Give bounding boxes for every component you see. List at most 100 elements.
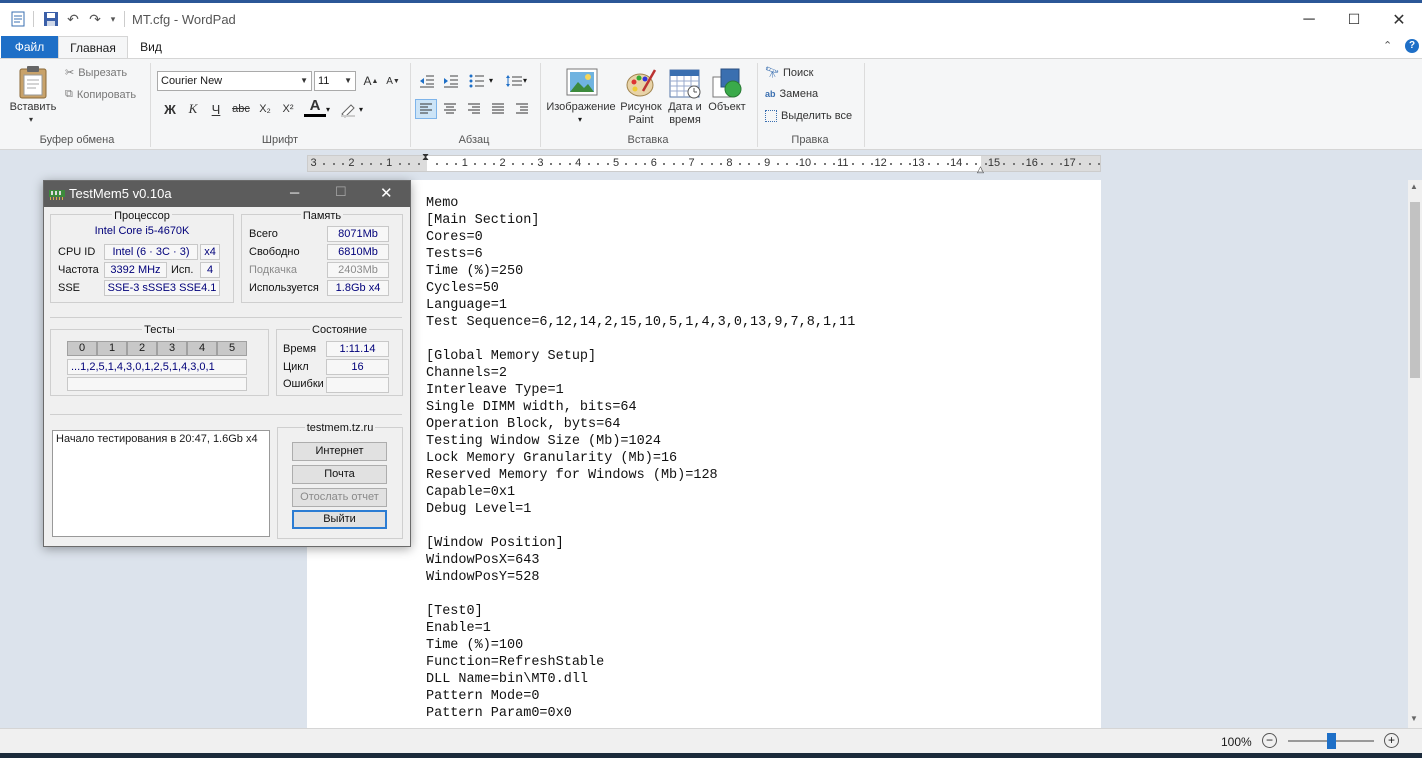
justify-icon[interactable] <box>487 99 509 119</box>
shrink-font-icon[interactable]: A ▼ <box>382 71 404 91</box>
object-icon[interactable] <box>711 67 743 99</box>
increase-indent-icon[interactable] <box>440 71 462 91</box>
indent-marker-icon[interactable]: ⧗ <box>422 152 429 163</box>
close-button[interactable]: ✕ <box>1376 3 1422 36</box>
testmem-minimize-button[interactable]: ─ <box>290 185 299 200</box>
font-family-select[interactable]: Courier New ▼ <box>157 71 312 91</box>
ruler[interactable]: 3 2 1 1 2 3 4 5 6 7 8 9 10 11 12 13 14 15 16 17 ⧗ △ <box>307 152 1101 175</box>
vertical-scrollbar[interactable]: ▲ ▼ <box>1408 180 1422 728</box>
bullet-list-icon[interactable] <box>466 71 488 91</box>
strikethrough-button[interactable]: abc <box>228 99 254 119</box>
ruler-number: 4 <box>575 157 582 169</box>
find-button[interactable]: 🔭︎ Поиск <box>765 66 813 80</box>
memory-group-label: Память <box>300 210 344 222</box>
mail-button[interactable]: Почта <box>292 465 387 484</box>
italic-button[interactable]: К <box>182 99 204 119</box>
document-page[interactable]: Memo [Main Section] Cores=0 Tests=6 Time (%)… <box>307 180 1101 728</box>
underline-button[interactable]: Ч <box>205 99 227 119</box>
undo-icon[interactable]: ↶ <box>63 9 83 29</box>
right-indent-icon[interactable]: △ <box>977 164 984 175</box>
ruler-tick <box>370 163 373 165</box>
help-icon[interactable]: ? <box>1405 39 1419 53</box>
test-log[interactable]: Начало тестирования в 20:47, 1.6Gb x4 <box>52 430 270 537</box>
tab-file[interactable]: Файл <box>1 36 58 58</box>
paragraph-settings-icon[interactable] <box>511 99 533 119</box>
grow-font-icon[interactable]: A ▲ <box>360 71 382 91</box>
paste-dropdown-icon[interactable]: ▾ <box>29 115 33 124</box>
insert-paint-button[interactable]: Рисунок Paint <box>618 101 664 127</box>
document-line: Enable=1 <box>426 621 491 636</box>
cpu-model: Intel Core i5-4670K <box>94 225 190 237</box>
select-all-button[interactable]: Выделить все <box>765 110 852 122</box>
zoom-out-icon[interactable]: − <box>1262 733 1277 748</box>
font-size-select[interactable]: 11 ▼ <box>314 71 356 91</box>
copy-button[interactable]: ⧉ Копировать <box>65 88 136 101</box>
paint-palette-icon[interactable] <box>625 67 657 99</box>
ruler-tick <box>927 163 930 165</box>
cut-button[interactable]: ✂ Вырезать <box>65 66 127 80</box>
replace-button[interactable]: ab Замена <box>765 88 818 100</box>
ruler-tick <box>663 163 666 165</box>
calendar-icon[interactable] <box>669 67 701 99</box>
wordpad-app-icon[interactable] <box>8 9 28 29</box>
superscript-button[interactable]: X² <box>277 99 299 119</box>
memory-used-label: Используется <box>249 282 319 294</box>
ruler-number: 1 <box>461 157 468 169</box>
binoculars-icon: 🔭︎ <box>765 67 779 79</box>
insert-picture-button[interactable]: Изображение <box>545 101 617 114</box>
zoom-in-icon[interactable]: + <box>1384 733 1399 748</box>
insert-datetime-button[interactable]: Дата и время <box>664 101 706 127</box>
ruler-tick <box>474 163 477 165</box>
minimize-button[interactable]: ─ <box>1286 3 1332 36</box>
decrease-indent-icon[interactable] <box>416 71 438 91</box>
document-text[interactable]: Memo [Main Section] Cores=0 Tests=6 Time (%)… <box>426 195 855 722</box>
highlight-icon[interactable] <box>337 99 359 119</box>
align-left-icon[interactable] <box>415 99 437 119</box>
scroll-down-icon[interactable]: ▼ <box>1410 714 1418 723</box>
bold-button[interactable]: Ж <box>159 99 181 119</box>
subscript-button[interactable]: X₂ <box>254 99 276 119</box>
window-title: MT.cfg - WordPad <box>132 12 236 27</box>
ruler-tick <box>341 163 344 165</box>
redo-icon[interactable]: ↷ <box>85 9 105 29</box>
ruler-tick <box>634 163 637 165</box>
picture-icon[interactable] <box>566 67 598 99</box>
ruler-tick <box>937 163 940 165</box>
document-line: Time (%)=250 <box>426 264 524 279</box>
document-line: Lock Memory Granularity (Mb)=16 <box>426 451 678 466</box>
align-center-icon[interactable] <box>439 99 461 119</box>
insert-object-button[interactable]: Объект <box>704 101 750 114</box>
maximize-button[interactable]: ☐ <box>1331 3 1377 36</box>
scroll-up-icon[interactable]: ▲ <box>1410 182 1418 191</box>
chevron-down-icon[interactable]: ▾ <box>359 105 363 114</box>
paste-icon[interactable] <box>18 65 48 102</box>
scroll-thumb[interactable] <box>1410 202 1420 378</box>
ruler-tick <box>1060 163 1063 165</box>
testmem-title-bar[interactable]: TestMem5 v0.10a ─ ☐ ✕ <box>44 181 410 207</box>
testmem-close-button[interactable]: ✕ <box>380 184 393 202</box>
chevron-down-icon[interactable]: ▾ <box>489 76 493 85</box>
memory-total-value: 8071Mb <box>327 226 389 242</box>
document-line: Memo <box>426 196 459 211</box>
save-icon[interactable] <box>41 9 61 29</box>
tab-view[interactable]: Вид <box>128 36 174 58</box>
document-line: Testing Window Size (Mb)=1024 <box>426 434 661 449</box>
text-color-button[interactable]: A <box>304 97 326 117</box>
chevron-down-icon[interactable]: ▾ <box>523 76 527 85</box>
tab-home[interactable]: Главная <box>58 36 128 58</box>
internet-button[interactable]: Интернет <box>292 442 387 461</box>
title-bar: ↶ ↷ ▾ MT.cfg - WordPad ─ ☐ ✕ <box>0 0 1422 36</box>
zoom-slider-thumb[interactable] <box>1327 733 1336 749</box>
chevron-down-icon[interactable]: ▾ <box>578 115 582 124</box>
line-spacing-icon[interactable] <box>503 71 525 91</box>
memory-swap-value: 2403Mb <box>327 262 389 278</box>
customize-toolbar-icon[interactable]: ▾ <box>106 9 120 29</box>
collapse-ribbon-icon[interactable]: ⌃ <box>1383 39 1392 52</box>
testmem-window[interactable]: TestMem5 v0.10a ─ ☐ ✕ Процессор Intel Co… <box>43 180 411 547</box>
cpu-group-label: Процессор <box>112 210 172 222</box>
chevron-down-icon[interactable]: ▾ <box>326 105 330 114</box>
exit-button[interactable]: Выйти <box>292 510 387 529</box>
align-right-icon[interactable] <box>463 99 485 119</box>
ruler-number: 1 <box>386 157 393 169</box>
paste-button[interactable]: Вставить <box>6 101 60 114</box>
